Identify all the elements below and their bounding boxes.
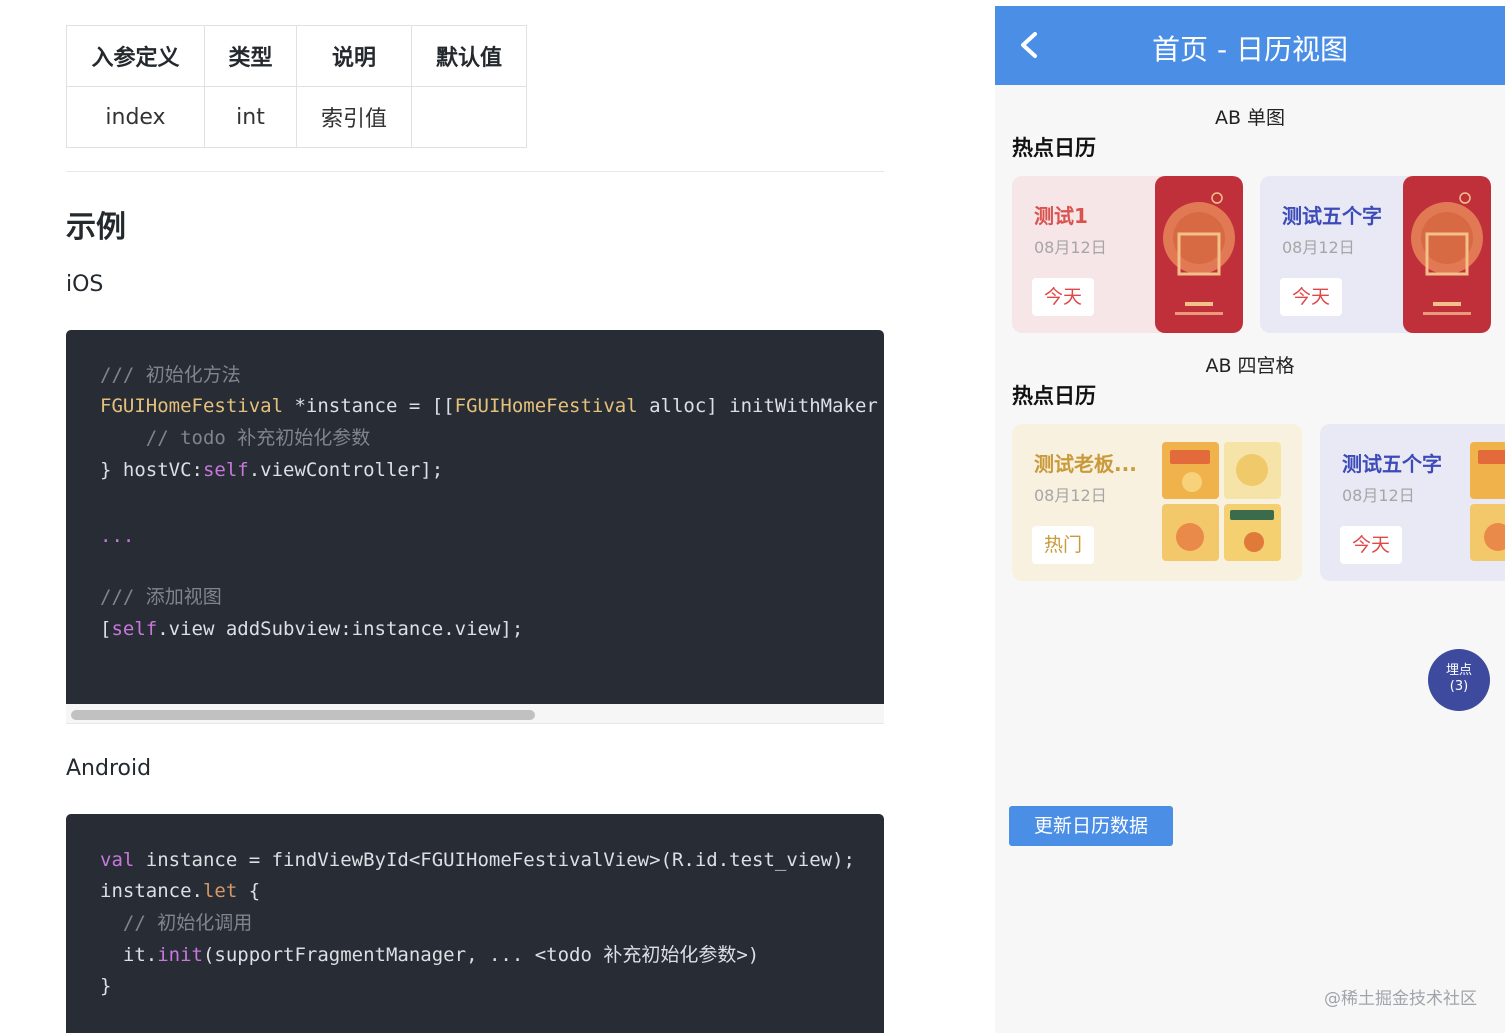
code-line: ... [100,525,135,547]
float-button-count: (3) [1449,679,1469,694]
watermark: @稀土掘金技术社区 [1324,989,1477,1009]
android-heading: Android [66,756,152,781]
code-line: /// 添加视图 [100,586,222,608]
code-line: it.init(supportFragmentManager, ... <tod… [100,944,760,966]
table-cell: int [204,86,297,148]
nav-title: 首页 - 日历视图 [1152,33,1348,66]
tracking-float-button[interactable]: 埋点 (3) [1428,649,1490,711]
table-header-row: 入参定义 类型 说明 默认值 [66,25,527,87]
card-title: 测试1 [1034,204,1088,228]
ios-code-block[interactable]: /// 初始化方法 FGUIHomeFestival *instance = [… [66,330,884,704]
table-header: 默认值 [411,25,527,87]
nav-bar: 首页 - 日历视图 [995,6,1505,85]
poster-grid-image [1470,442,1505,561]
calendar-card[interactable]: 测试1 08月12日 今天 [1012,176,1243,333]
code-line: instance.let { [100,880,261,902]
card-title: 测试五个字 [1282,204,1382,228]
code-line: // todo 补充初始化参数 [100,427,371,449]
example-heading: 示例 [66,210,126,245]
update-calendar-button[interactable]: 更新日历数据 [1009,806,1173,846]
section-label: AB 四宫格 [1205,355,1295,377]
code-scrollbar[interactable] [66,704,884,724]
code-line: } hostVC:self.viewController]; [100,459,444,481]
table-header: 说明 [296,25,412,87]
code-line: [self.view addSubview:instance.view]; [100,618,524,640]
table-cell [411,86,527,148]
card-badge: 今天 [1340,526,1402,564]
code-line: FGUIHomeFestival *instance = [[FGUIHomeF… [100,395,878,417]
card-badge: 热门 [1032,526,1094,564]
poster-image [1403,176,1491,333]
table-header: 类型 [204,25,297,87]
code-line: val instance = findViewById<FGUIHomeFest… [100,849,855,871]
table-cell: index [66,86,205,148]
card-date: 08月12日 [1034,486,1107,505]
code-line: // 初始化调用 [100,912,253,934]
card-date: 08月12日 [1342,486,1415,505]
card-badge: 今天 [1280,278,1342,316]
card-title: 测试五个字 [1342,452,1442,476]
code-line: /// 初始化方法 [100,364,241,386]
section-title: 热点日历 [1012,136,1096,160]
ios-heading: iOS [66,272,104,297]
table-header: 入参定义 [66,25,205,87]
documentation-pane: 入参定义 类型 说明 默认值 index int 索引值 示例 iOS /// … [0,0,900,1033]
param-table: 入参定义 类型 说明 默认值 index int 索引值 [66,25,527,148]
calendar-card[interactable]: 测试五个字 08月12日 今天 [1260,176,1491,333]
table-row: index int 索引值 [66,86,527,148]
card-badge: 今天 [1032,278,1094,316]
code-line: } [100,975,112,997]
section-title: 热点日历 [1012,384,1096,408]
divider [66,171,884,172]
calendar-card[interactable]: 测试五个字 08月12日 今天 [1320,424,1505,581]
calendar-card[interactable]: 测试老板... 08月12日 热门 [1012,424,1302,581]
float-button-label: 埋点 [1445,663,1472,678]
card-title: 测试老板... [1034,452,1137,476]
scrollbar-thumb[interactable] [71,710,535,720]
mobile-preview: 首页 - 日历视图 AB 单图 热点日历 测试1 08月12日 今天 测试五个字… [995,6,1505,1033]
poster-grid-image [1162,442,1281,561]
section-label: AB 单图 [1214,107,1286,129]
android-code-block[interactable]: val instance = findViewById<FGUIHomeFest… [66,814,884,1033]
card-date: 08月12日 [1282,238,1355,257]
card-date: 08月12日 [1034,238,1107,257]
poster-image [1155,176,1243,333]
table-cell: 索引值 [296,86,412,148]
